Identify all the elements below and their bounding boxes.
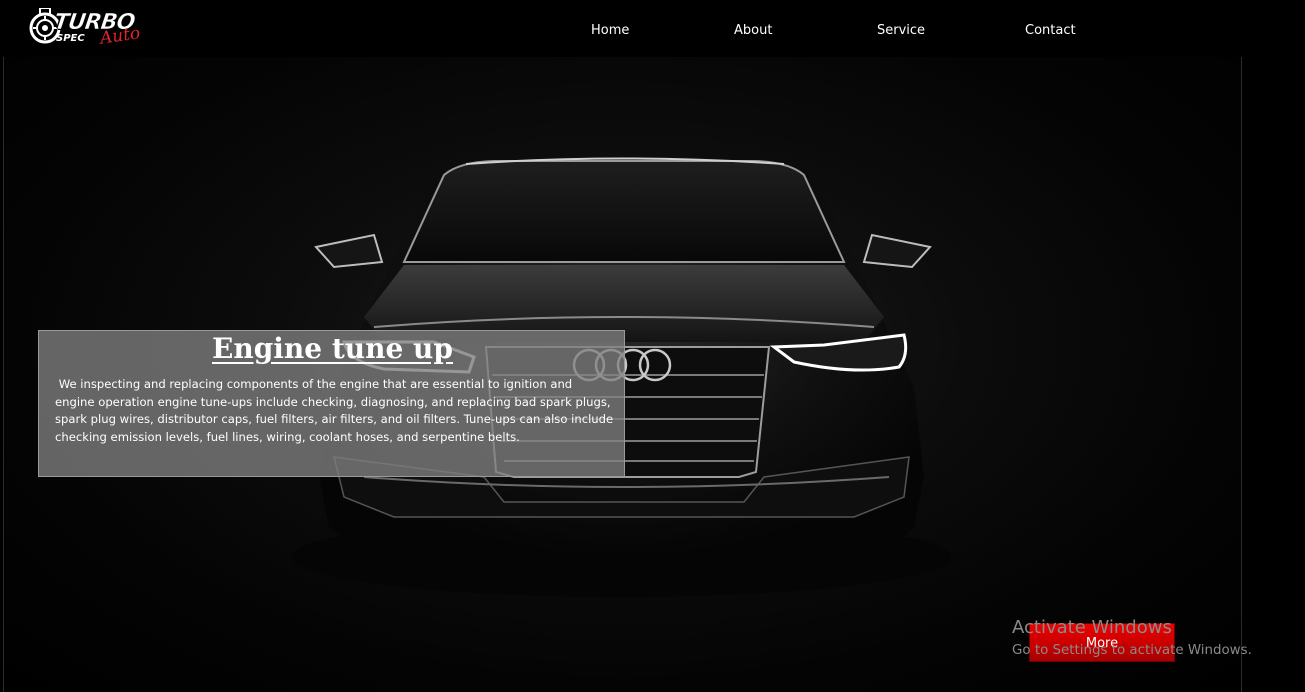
- service-title: Engine tune up: [212, 332, 453, 365]
- nav-about[interactable]: About: [734, 23, 772, 38]
- main-nav: Home About Service Contact: [0, 0, 1305, 57]
- header: TURBO SPEC Auto Home About Service Conta…: [0, 0, 1305, 57]
- activate-windows-watermark: Activate Windows Go to Settings to activ…: [1012, 617, 1252, 663]
- nav-home[interactable]: Home: [591, 23, 629, 38]
- nav-contact[interactable]: Contact: [1025, 23, 1076, 38]
- service-description: We inspecting and replacing components o…: [55, 377, 617, 444]
- hero-section: Engine tune up We inspecting and replaci…: [3, 57, 1242, 692]
- service-info-box: Engine tune up We inspecting and replaci…: [38, 330, 625, 477]
- nav-service[interactable]: Service: [877, 23, 925, 38]
- page: Engine tune up We inspecting and replaci…: [0, 0, 1305, 692]
- activate-windows-subtitle: Go to Settings to activate Windows.: [1012, 643, 1252, 658]
- activate-windows-title: Activate Windows: [1012, 617, 1172, 638]
